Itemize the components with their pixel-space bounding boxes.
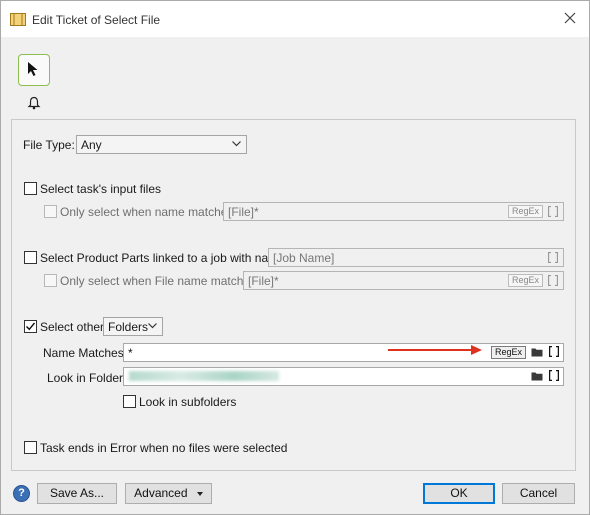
variable-brackets-icon[interactable]: [548, 206, 558, 217]
product-file-match-checkbox[interactable]: [44, 274, 57, 287]
input-files-checkbox[interactable]: [24, 182, 37, 195]
pointer-tool-button[interactable]: [18, 54, 50, 86]
file-type-label: File Type:: [23, 138, 75, 152]
input-name-match-label: Only select when name matches:: [60, 205, 237, 219]
save-as-label: Save As...: [49, 486, 105, 500]
file-type-value: Any: [81, 138, 102, 152]
bell-icon[interactable]: [27, 96, 41, 110]
input-regex-button[interactable]: RegEx: [508, 205, 544, 218]
variable-brackets-icon[interactable]: [549, 346, 559, 357]
advanced-label: Advanced: [134, 486, 188, 500]
folder-icon[interactable]: [531, 371, 543, 381]
chevron-down-icon: [148, 323, 157, 329]
name-matches-value: *: [128, 346, 133, 360]
ticket-icon: [10, 13, 26, 26]
look-in-subfolders-label: Look in subfolders: [139, 395, 237, 409]
checkmark-icon: [26, 322, 36, 331]
product-parts-label: Select Product Parts linked to a job wit…: [40, 251, 289, 265]
cancel-label: Cancel: [519, 486, 558, 500]
save-as-button[interactable]: Save As...: [37, 483, 117, 504]
product-file-match-value: [File]*: [248, 274, 279, 288]
name-matches-regex-button[interactable]: RegEx: [491, 346, 527, 359]
name-matches-label: Name Matches:: [43, 346, 128, 360]
caret-down-icon: [196, 491, 203, 496]
product-file-match-label: Only select when File name matches:: [60, 274, 260, 288]
look-in-subfolders-checkbox[interactable]: [123, 395, 136, 408]
close-icon[interactable]: [563, 11, 577, 25]
annotation-arrow-icon: [388, 345, 482, 355]
ok-label: OK: [450, 486, 468, 500]
product-parts-checkbox[interactable]: [24, 251, 37, 264]
file-type-select[interactable]: Any: [76, 135, 247, 154]
title-bar: Edit Ticket of Select File: [1, 1, 589, 37]
variable-brackets-icon[interactable]: [548, 275, 558, 286]
chevron-down-icon: [232, 141, 241, 147]
window-title: Edit Ticket of Select File: [32, 13, 161, 27]
product-regex-button[interactable]: RegEx: [508, 274, 544, 287]
error-when-empty-checkbox[interactable]: [24, 441, 37, 454]
select-other-type-select[interactable]: Folders: [103, 317, 163, 336]
dialog-window: Edit Ticket of Select File File Type: An…: [0, 0, 590, 515]
cursor-icon: [28, 62, 38, 76]
select-other-type-value: Folders: [108, 320, 149, 334]
help-icon[interactable]: ?: [13, 485, 30, 502]
job-name-field[interactable]: [Job Name]: [268, 248, 564, 267]
advanced-button[interactable]: Advanced: [125, 483, 212, 504]
folder-path-redacted: [129, 371, 279, 381]
input-files-label: Select task's input files: [40, 182, 162, 196]
settings-panel: [11, 119, 576, 471]
job-name-value: [Job Name]: [273, 251, 335, 265]
select-other-label: Select other: [40, 320, 105, 334]
variable-brackets-icon[interactable]: [548, 252, 558, 263]
cancel-button[interactable]: Cancel: [502, 483, 575, 504]
error-when-empty-label: Task ends in Error when no files were se…: [40, 441, 288, 455]
variable-brackets-icon[interactable]: [549, 370, 559, 381]
input-name-match-checkbox[interactable]: [44, 205, 57, 218]
ok-button[interactable]: OK: [423, 483, 495, 504]
look-in-folder-label: Look in Folder:: [47, 371, 127, 385]
folder-icon[interactable]: [531, 347, 543, 357]
input-name-match-value: [File]*: [228, 205, 259, 219]
select-other-checkbox[interactable]: [24, 320, 37, 333]
